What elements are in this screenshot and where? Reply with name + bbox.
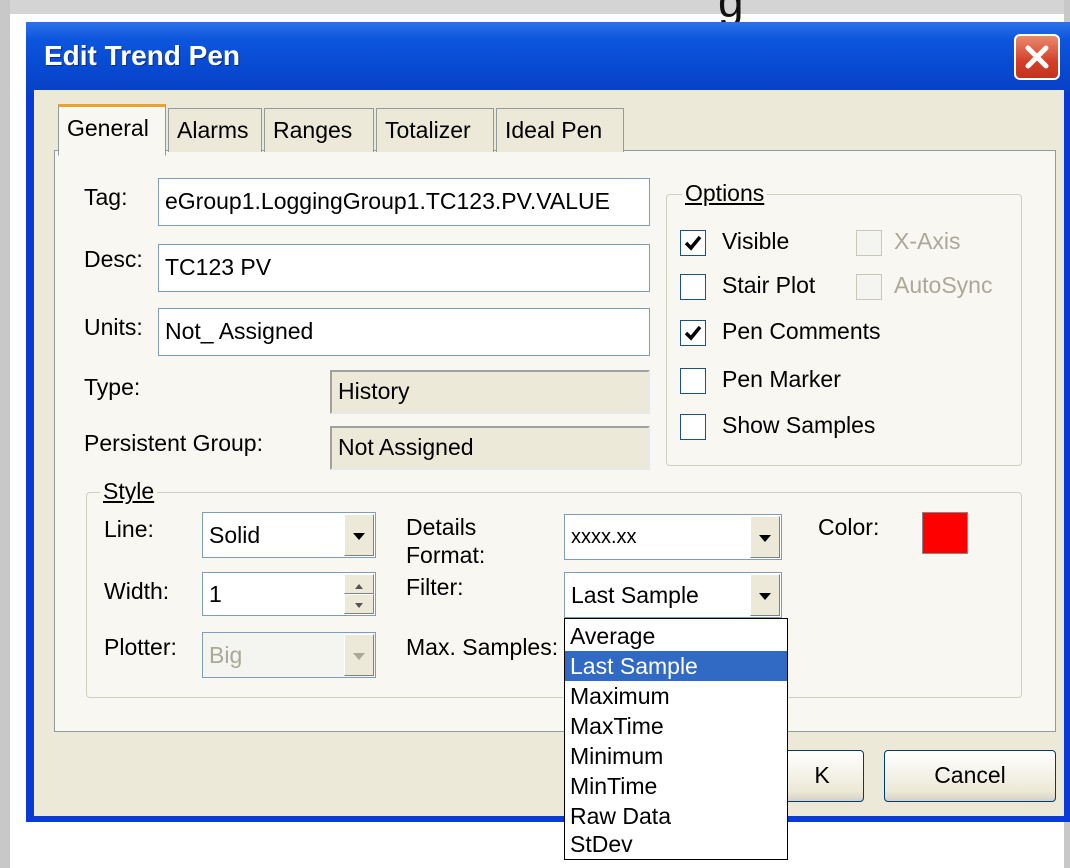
dropdown-option-last-sample[interactable]: Last Sample: [565, 651, 787, 681]
checkmark-icon: [684, 325, 702, 341]
show-samples-label: Show Samples: [722, 412, 876, 438]
close-icon: [1025, 45, 1049, 69]
visible-label: Visible: [722, 228, 790, 254]
stair-plot-checkbox[interactable]: [680, 274, 706, 300]
chevron-down-icon: [353, 533, 365, 540]
persistent-group-label: Persistent Group:: [84, 430, 263, 456]
tab-totalizer[interactable]: Totalizer: [376, 108, 494, 152]
options-title: Options: [685, 180, 765, 206]
dropdown-option-stdev[interactable]: StDev: [565, 829, 787, 859]
line-select[interactable]: Solid: [202, 512, 376, 558]
ok-button-label: K: [814, 762, 830, 788]
details-format-label-line2: Format:: [406, 542, 486, 568]
x-axis-checkbox[interactable]: [856, 230, 882, 256]
dropdown-option-maximum[interactable]: Maximum: [565, 681, 787, 711]
pen-comments-label: Pen Comments: [722, 318, 881, 344]
tab-ideal-pen[interactable]: Ideal Pen: [496, 108, 624, 152]
background-frame-top: [0, 0, 1070, 14]
plotter-select[interactable]: Big: [202, 632, 376, 678]
tag-input[interactable]: eGroup1.LoggingGroup1.TC123.PV.VALUE: [158, 178, 650, 226]
visible-checkbox[interactable]: [680, 230, 706, 256]
width-stepper[interactable]: 1: [202, 572, 376, 616]
style-title: Style: [103, 478, 155, 504]
tag-label: Tag:: [84, 184, 128, 210]
dropdown-option-mintime[interactable]: MinTime: [565, 771, 787, 801]
tab-label: Totalizer: [385, 117, 471, 143]
pen-marker-label: Pen Marker: [722, 366, 841, 392]
color-swatch[interactable]: [922, 512, 968, 554]
dropdown-option-maxtime[interactable]: MaxTime: [565, 711, 787, 741]
style-group-title: Style: [100, 478, 158, 505]
spin-down-button[interactable]: [344, 594, 374, 614]
filter-select-button[interactable]: [750, 574, 780, 616]
width-label: Width:: [104, 578, 170, 604]
chevron-down-icon: [759, 593, 771, 600]
x-axis-label: X-Axis: [894, 228, 961, 254]
autosync-label: AutoSync: [894, 272, 993, 298]
units-input[interactable]: Not_ Assigned: [158, 308, 650, 356]
background-frame-left: [0, 0, 10, 868]
filter-label: Filter:: [406, 574, 464, 600]
plotter-select-button[interactable]: [344, 634, 374, 676]
details-format-select[interactable]: xxxx.xx: [564, 514, 782, 560]
tab-label: Ranges: [273, 117, 353, 143]
dropdown-option-minimum[interactable]: Minimum: [565, 741, 787, 771]
type-value: History: [330, 370, 650, 414]
desc-label: Desc:: [84, 246, 143, 272]
plotter-select-value: Big: [209, 642, 243, 668]
arrow-down-icon: [355, 603, 363, 608]
tab-label: Ideal Pen: [505, 117, 603, 143]
units-label: Units:: [84, 314, 143, 340]
max-samples-label: Max. Samples:: [406, 634, 559, 660]
line-select-value: Solid: [209, 522, 261, 548]
checkmark-icon: [684, 235, 702, 251]
dropdown-option-average[interactable]: Average: [565, 621, 787, 651]
details-format-label-line1: Details: [406, 514, 477, 540]
tab-label: Alarms: [177, 117, 249, 143]
persistent-group-value: Not Assigned: [330, 426, 650, 470]
tab-ranges[interactable]: Ranges: [264, 108, 374, 152]
details-format-button[interactable]: [750, 516, 780, 558]
cancel-button-label: Cancel: [934, 762, 1006, 788]
filter-select[interactable]: Last Sample: [564, 572, 782, 618]
color-label: Color:: [818, 514, 880, 540]
width-value: 1: [209, 581, 222, 607]
options-group-title: Options: [682, 180, 768, 207]
chevron-down-icon: [353, 653, 365, 660]
details-format-value: xxxx.xx: [571, 526, 637, 548]
pen-comments-checkbox[interactable]: [680, 320, 706, 346]
line-label: Line:: [104, 516, 154, 542]
spin-up-button[interactable]: [344, 574, 374, 594]
cancel-button[interactable]: Cancel: [884, 750, 1056, 802]
plotter-label: Plotter:: [104, 634, 177, 660]
window-title: Edit Trend Pen: [44, 40, 241, 71]
pen-marker-checkbox[interactable]: [680, 368, 706, 394]
type-label: Type:: [84, 374, 141, 400]
filter-select-value: Last Sample: [571, 582, 699, 608]
chevron-down-icon: [759, 535, 771, 542]
autosync-checkbox[interactable]: [856, 274, 882, 300]
width-spin-buttons[interactable]: [344, 574, 374, 614]
stair-plot-label: Stair Plot: [722, 272, 816, 298]
desc-input[interactable]: TC123 PV: [158, 244, 650, 292]
line-select-button[interactable]: [344, 514, 374, 556]
arrow-up-icon: [355, 584, 363, 589]
close-button[interactable]: [1014, 34, 1060, 80]
filter-dropdown-list[interactable]: Average Last Sample Maximum MaxTime Mini…: [564, 618, 788, 860]
show-samples-checkbox[interactable]: [680, 414, 706, 440]
tab-label: General: [67, 115, 149, 141]
tab-general[interactable]: General: [58, 104, 166, 156]
tab-alarms[interactable]: Alarms: [168, 108, 262, 152]
dropdown-option-raw-data[interactable]: Raw Data: [565, 801, 787, 831]
